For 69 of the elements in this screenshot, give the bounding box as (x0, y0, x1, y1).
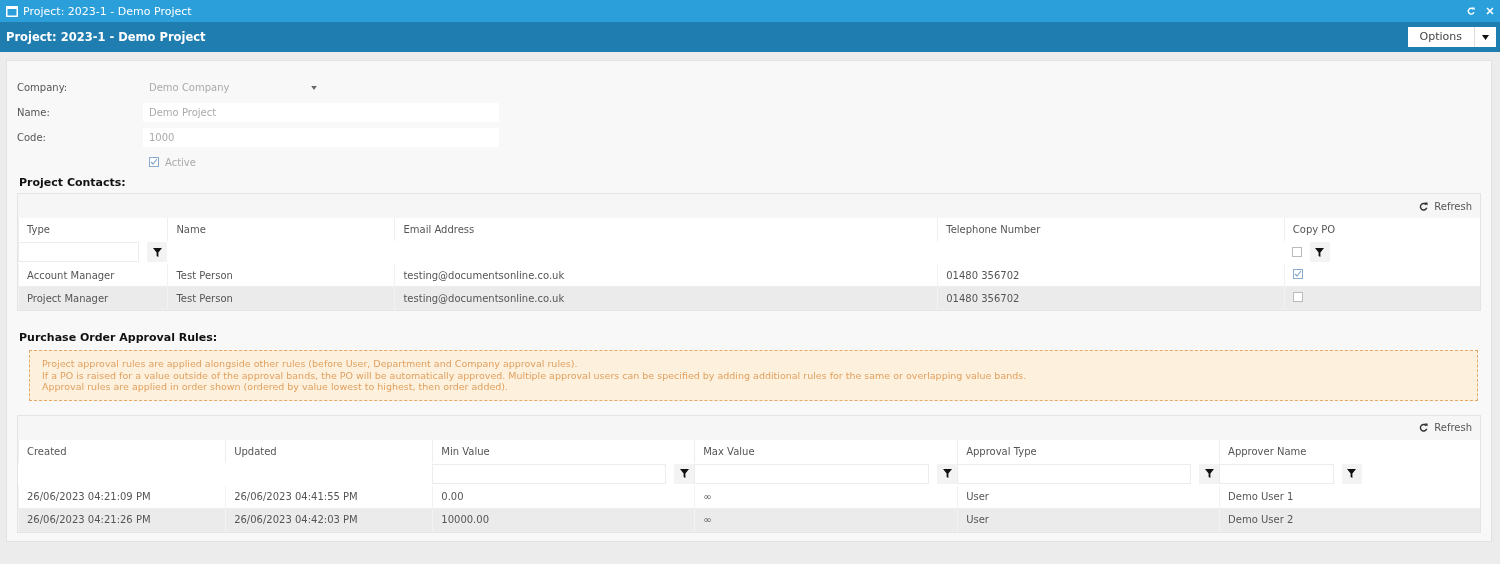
caret-icon (311, 85, 317, 90)
filter-icon (1204, 469, 1214, 478)
column-header[interactable]: Copy PO (1283, 218, 1480, 241)
column-header[interactable]: Max Value (694, 439, 958, 463)
window-icon (6, 5, 18, 17)
page-title: Project: 2023-1 - Demo Project (6, 30, 206, 44)
filter-button[interactable] (674, 463, 695, 484)
table-cell: Test Person (167, 264, 395, 287)
table-cell: 0.00 (432, 485, 695, 509)
table-cell: 26/06/2023 04:41:55 PM (225, 485, 433, 509)
table-cell: Demo User 2 (1219, 508, 1480, 532)
field-label: Company: (17, 82, 69, 93)
filter-button[interactable] (937, 463, 958, 484)
field-label: Code: (17, 132, 47, 143)
filter-icon (679, 469, 689, 478)
filter-button[interactable] (1342, 463, 1362, 484)
checkbox-label: Active (165, 156, 196, 168)
notice-text: Project approval rules are applied alongside other rules (before User, Department and Company approval rules). (42, 358, 579, 370)
filter-field[interactable] (18, 242, 140, 262)
filter-icon (942, 469, 952, 478)
refresh-icon[interactable] (1467, 7, 1475, 15)
column-header[interactable]: Type (18, 218, 168, 241)
filter-icon (152, 247, 162, 257)
column-header[interactable]: Email Address (394, 218, 938, 241)
table-cell: ∞ (694, 485, 958, 509)
field-label: Name: (17, 107, 51, 118)
active-checkbox[interactable] (149, 157, 159, 167)
filter-icon (1347, 469, 1357, 478)
column-header[interactable]: Name (167, 218, 395, 241)
table-cell: testing@documentsonline.co.uk (394, 264, 938, 287)
table-cell: ∞ (694, 508, 958, 532)
table-cell: User (957, 485, 1220, 509)
filter-icon (1315, 247, 1325, 257)
table-cell: Test Person (167, 287, 395, 310)
notice-text: If a PO is raised for a value outside of the approval bands, the PO will be automatically approved. Multiple approval users can be specified by adding additional rules for the same or overlapping value bands. (42, 369, 1028, 381)
table-cell: 26/06/2023 04:21:09 PM (18, 485, 226, 509)
table-cell: 26/06/2023 04:42:03 PM (225, 508, 433, 532)
table-cell: User (957, 508, 1220, 532)
table-cell: testing@documentsonline.co.uk (394, 287, 938, 310)
table-cell: 01480 356702 (937, 264, 1284, 287)
copy-po-checkbox[interactable] (1292, 269, 1303, 279)
refresh-button[interactable]: Refresh (1419, 198, 1472, 214)
options-button[interactable]: Options (1407, 27, 1496, 47)
refresh-icon (1419, 423, 1429, 432)
filter-button[interactable] (1199, 463, 1220, 484)
copy-po-checkbox[interactable] (1292, 292, 1303, 302)
filter-button[interactable] (147, 242, 168, 262)
column-header[interactable]: Approver Name (1219, 439, 1480, 463)
column-header[interactable]: Min Value (432, 439, 695, 463)
refresh-button[interactable]: Refresh (1419, 420, 1472, 435)
filter-button[interactable] (1309, 242, 1330, 262)
column-header[interactable]: Approval Type (957, 439, 1220, 463)
column-header[interactable]: Created (18, 439, 226, 463)
refresh-icon (1419, 201, 1429, 211)
table-cell: Account Manager (18, 264, 168, 287)
column-header[interactable]: Updated (225, 439, 433, 463)
section-title: Purchase Order Approval Rules: (19, 331, 219, 344)
caret-icon[interactable] (1482, 34, 1489, 40)
table-cell: Project Manager (18, 287, 168, 310)
table-cell: 26/06/2023 04:21:26 PM (18, 508, 226, 532)
table-cell: Demo User 1 (1219, 485, 1480, 509)
column-header[interactable]: Telephone Number (937, 218, 1284, 241)
table-cell: 01480 356702 (937, 287, 1284, 310)
window-title: Project: 2023-1 - Demo Project (23, 4, 193, 18)
filter-checkbox[interactable] (1291, 247, 1302, 257)
table-cell: 10000.00 (432, 508, 695, 532)
section-title: Project Contacts: (19, 176, 127, 189)
close-icon[interactable] (1486, 7, 1494, 15)
notice-text: Approval rules are applied in order shown (ordered by value lowest to highest, then order added). (42, 381, 510, 393)
